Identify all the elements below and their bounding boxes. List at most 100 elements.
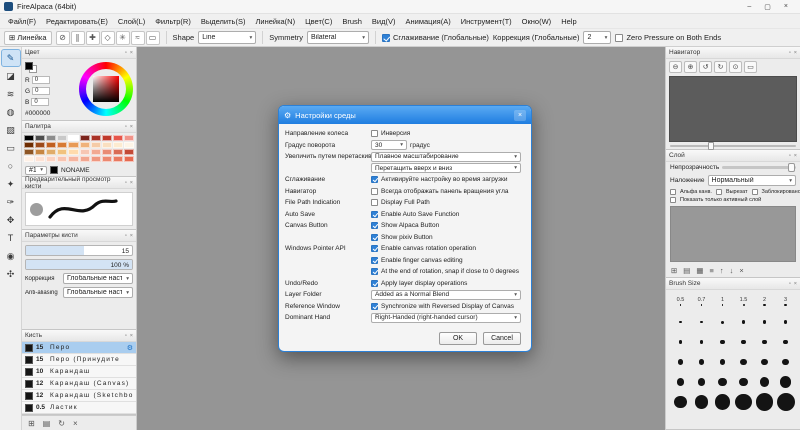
- palette-swatch[interactable]: [124, 135, 134, 141]
- brush-size-option[interactable]: [670, 312, 691, 332]
- palette-swatch[interactable]: [102, 135, 112, 141]
- panel-close-icon[interactable]: ×: [794, 153, 797, 159]
- brush-size-option[interactable]: [733, 312, 754, 332]
- dialog-checkbox[interactable]: [371, 303, 378, 310]
- dialog-checkbox[interactable]: [371, 257, 378, 264]
- palette-swatch[interactable]: [113, 142, 123, 148]
- brush-size-option[interactable]: [691, 352, 712, 372]
- palette-swatch[interactable]: [35, 156, 45, 162]
- dialog-checkbox[interactable]: [371, 245, 378, 252]
- zoom-out-icon[interactable]: ⊖: [669, 61, 682, 73]
- b-input[interactable]: 0: [31, 98, 49, 106]
- minimize-icon[interactable]: –: [747, 3, 751, 11]
- brush-size-slider[interactable]: 15: [25, 245, 133, 256]
- brush-size-option[interactable]: [691, 332, 712, 352]
- clipping-checkbox[interactable]: [716, 189, 722, 195]
- palette-swatch[interactable]: [46, 156, 56, 162]
- delete-layer-icon[interactable]: ×: [739, 266, 743, 275]
- panel-float-icon[interactable]: ▫: [789, 281, 791, 287]
- menu-item-0[interactable]: Файл(F): [3, 17, 41, 26]
- panel-float-icon[interactable]: ▫: [125, 50, 127, 56]
- dialog-checkbox[interactable]: [371, 199, 378, 206]
- dialog-combo[interactable]: Плавное масштабирование▾: [371, 152, 521, 162]
- brush-opacity-slider[interactable]: 100 %: [25, 259, 133, 270]
- r-input[interactable]: 0: [32, 76, 50, 84]
- color-wheel[interactable]: [79, 62, 133, 116]
- palette-swatch[interactable]: [80, 149, 90, 155]
- snap-guide-icon[interactable]: ▭: [146, 31, 160, 45]
- zero-pressure-checkbox[interactable]: [615, 34, 623, 42]
- palette-swatch[interactable]: [102, 149, 112, 155]
- brush-size-option[interactable]: 1: [712, 292, 733, 312]
- brush-list-item[interactable]: 12Карандаш (Canvas): [22, 378, 136, 390]
- gradient-tool-icon[interactable]: ▨: [2, 122, 20, 138]
- dialog-checkbox[interactable]: [371, 268, 378, 275]
- menu-item-11[interactable]: Окно(W): [517, 17, 557, 26]
- ruler-button[interactable]: ⊞ Линейка: [4, 31, 52, 45]
- palette-swatch[interactable]: [57, 135, 67, 141]
- brush-list-item[interactable]: 15Перо (Принудите: [22, 354, 136, 366]
- palette-swatch[interactable]: [80, 135, 90, 141]
- brush-size-option[interactable]: [775, 372, 796, 392]
- magic-wand-tool-icon[interactable]: ✦: [2, 176, 20, 192]
- canvas-area[interactable]: ⚙ Настройки среды × Направление колесаИн…: [137, 47, 665, 430]
- hand-tool-icon[interactable]: ✣: [2, 266, 20, 282]
- brush-size-option[interactable]: [670, 372, 691, 392]
- menu-item-10[interactable]: Инструмент(T): [456, 17, 517, 26]
- g-input[interactable]: 0: [32, 87, 50, 95]
- brush-size-option[interactable]: [712, 352, 733, 372]
- panel-float-icon[interactable]: ▫: [125, 233, 127, 239]
- palette-swatch[interactable]: [102, 142, 112, 148]
- rotate-cw-icon[interactable]: ↻: [714, 61, 727, 73]
- panel-float-icon[interactable]: ▫: [125, 180, 127, 186]
- menu-item-6[interactable]: Цвет(C): [300, 17, 337, 26]
- brush-size-option[interactable]: [691, 372, 712, 392]
- palette-swatch[interactable]: [80, 156, 90, 162]
- panel-close-icon[interactable]: ×: [794, 50, 797, 56]
- palette-swatch[interactable]: [91, 149, 101, 155]
- dialog-close-icon[interactable]: ×: [514, 110, 526, 121]
- snap-curve-icon[interactable]: ≈: [131, 31, 145, 45]
- panel-close-icon[interactable]: ×: [130, 180, 133, 186]
- palette-swatch[interactable]: [68, 156, 78, 162]
- sv-square[interactable]: [93, 76, 119, 102]
- menu-item-2[interactable]: Слой(L): [113, 17, 150, 26]
- brush-size-option[interactable]: [712, 332, 733, 352]
- cancel-button[interactable]: Cancel: [483, 332, 521, 345]
- eraser-tool-icon[interactable]: ◪: [2, 68, 20, 84]
- palette-swatch[interactable]: [124, 142, 134, 148]
- navigator-preview[interactable]: [669, 76, 797, 142]
- palette-swatch[interactable]: [46, 149, 56, 155]
- brush-settings-icon[interactable]: ⚙: [127, 344, 133, 352]
- palette-swatch[interactable]: [24, 135, 34, 141]
- palette-swatch[interactable]: [91, 135, 101, 141]
- palette-swatch[interactable]: [57, 142, 67, 148]
- close-icon[interactable]: ×: [784, 3, 788, 11]
- brush-size-option[interactable]: [733, 372, 754, 392]
- fg-bg-color-chips[interactable]: [25, 62, 39, 73]
- snap-parallel-icon[interactable]: ∥: [71, 31, 85, 45]
- smoothing-checkbox[interactable]: [382, 34, 390, 42]
- smudge-tool-icon[interactable]: ≋: [2, 86, 20, 102]
- select-tool-icon[interactable]: ▭: [2, 140, 20, 156]
- dialog-checkbox[interactable]: [371, 234, 378, 241]
- brush-size-option[interactable]: [733, 392, 754, 412]
- snap-cross-icon[interactable]: ✚: [86, 31, 100, 45]
- brush-size-option[interactable]: [670, 332, 691, 352]
- eyedropper-tool-icon[interactable]: ◉: [2, 248, 20, 264]
- dialog-combo[interactable]: Right-Handed (right-handed cursor)▾: [371, 313, 521, 323]
- merge-layer-icon[interactable]: ≡: [709, 266, 713, 275]
- palette-swatch[interactable]: [102, 156, 112, 162]
- brush-size-option[interactable]: [775, 352, 796, 372]
- brush-list-item[interactable]: 15Перо⚙: [22, 342, 136, 354]
- brush-size-option[interactable]: 2: [754, 292, 775, 312]
- alpha-lock-checkbox[interactable]: [670, 189, 676, 195]
- brush-size-option[interactable]: [775, 332, 796, 352]
- text-tool-icon[interactable]: T: [2, 230, 20, 246]
- palette-swatch[interactable]: [113, 156, 123, 162]
- brush-size-option[interactable]: [754, 352, 775, 372]
- menu-item-9[interactable]: Анимация(A): [401, 17, 456, 26]
- duplicate-layer-icon[interactable]: ▦: [696, 266, 703, 275]
- dialog-checkbox[interactable]: [371, 188, 378, 195]
- snap-off-icon[interactable]: ⊘: [56, 31, 70, 45]
